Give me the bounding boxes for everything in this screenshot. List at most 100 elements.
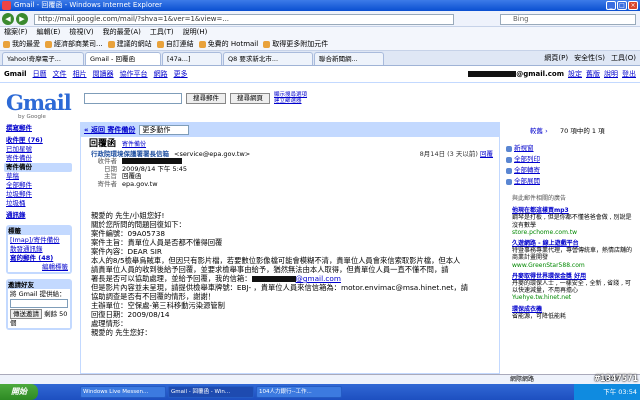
new-window-icon: [506, 145, 512, 152]
expand-icon: [506, 178, 512, 185]
received-time: 8月14日 (3 天以前) 回覆: [419, 150, 493, 158]
body-line: 但是影片內容並未呈現，請提供檢舉車牌號：EBJ- ，貴單位人員來信信箱為：mot…: [91, 283, 469, 292]
forward-all-action[interactable]: 全部轉寄: [506, 165, 572, 176]
sidebar-item-all[interactable]: 全部郵件: [6, 181, 72, 190]
tab-other[interactable]: [47a...]: [162, 52, 222, 65]
minimize-button[interactable]: _: [606, 1, 616, 10]
sidebar-item-sent[interactable]: 寄件備份: [6, 154, 72, 163]
signout-link[interactable]: 登出: [622, 66, 636, 82]
back-to-sent-link[interactable]: « 返回 寄件備份: [84, 125, 135, 135]
forward-icon[interactable]: ▶: [16, 13, 28, 25]
menu-help[interactable]: 說明(H): [183, 27, 208, 38]
tools-menu[interactable]: 工具(O): [611, 52, 636, 65]
clock: 下午 03:54: [603, 388, 637, 396]
mail-search-input[interactable]: [84, 93, 182, 104]
label-item[interactable]: 散發通訊錄: [10, 245, 68, 254]
menu-tools[interactable]: 工具(T): [150, 27, 174, 38]
mailed-by-value: epa.gov.tw: [122, 179, 158, 188]
print-all-action[interactable]: 全部列印: [506, 154, 572, 165]
system-tray: 下午 03:54: [574, 384, 640, 400]
tab-other[interactable]: 聯合新聞網...: [314, 52, 384, 65]
url-input[interactable]: http://mail.google.com/mail/?shva=1&ver=…: [34, 14, 454, 25]
tab-gmail[interactable]: Gmail - 回覆函: [85, 52, 161, 65]
nav-photos[interactable]: 相片: [73, 66, 87, 82]
message-header: 行政院環境保護署署長信箱 <service@epa.gov.tw> 收件者 日期 2…: [81, 150, 499, 209]
favorites-item[interactable]: 經濟部商業司...: [45, 39, 103, 49]
search-mail-button[interactable]: 搜尋郵件: [186, 93, 226, 104]
ie-icon: [2, 1, 11, 10]
close-button[interactable]: ×: [628, 1, 638, 10]
print-icon: [506, 156, 512, 163]
tab-yahoo[interactable]: Yahoo!奇摩電子...: [2, 52, 84, 65]
menu-file[interactable]: 檔案(F): [4, 27, 28, 38]
ad-item[interactable]: 丹麥取得世界環保金獎 好用 丹麥的環保人士 , 一樣安全 , 全新 , 省錢 , …: [512, 273, 636, 302]
older-link[interactable]: 較舊 ›: [530, 125, 548, 135]
page-icon: [198, 40, 206, 48]
invite-email-field[interactable]: [10, 299, 68, 308]
sender-address: <service@epa.gov.tw>: [174, 150, 251, 158]
address-bar-row: ◀ ▶ http://mail.google.com/mail/?shva=1&…: [0, 11, 640, 27]
nav-reader[interactable]: 閱讀器: [93, 66, 114, 82]
old-version-link[interactable]: 舊版: [586, 66, 600, 82]
favorites-item[interactable]: 取得更多附加元件: [263, 39, 328, 49]
ad-item[interactable]: 環保成衣機 省能源，可降低能耗: [512, 306, 636, 320]
menu-favorites[interactable]: 我的最愛(A): [103, 27, 141, 38]
search-options-link[interactable]: 顯示搜尋選項 建立篩選器: [274, 92, 314, 104]
page-icon: [45, 40, 52, 48]
taskbar-item[interactable]: 104人力銀行--工作...: [256, 386, 342, 398]
body-email-link[interactable]: @gmail.com: [296, 274, 341, 283]
favorites-item[interactable]: 我的最愛: [3, 39, 40, 49]
label-item[interactable]: 寫的郵件 (48): [10, 254, 68, 263]
body-line: 案件編號：09A05738: [91, 229, 165, 238]
more-actions-select[interactable]: 更多動作: [139, 125, 190, 135]
subject-label-tag[interactable]: 寄件備份: [122, 141, 146, 148]
nav-gmail[interactable]: Gmail: [4, 66, 27, 82]
expand-all-action[interactable]: 全部展開: [506, 176, 572, 187]
start-button[interactable]: 開始: [0, 384, 38, 400]
maximize-button[interactable]: □: [617, 1, 627, 10]
sidebar-item-drafts[interactable]: 草稿: [6, 172, 72, 181]
sidebar-item-sent-selected[interactable]: 寄件備份: [4, 163, 72, 172]
page-icon: [107, 40, 115, 48]
ads-panel: 與此郵件相關的廣告 他現在都這樣買mp3 鋼琴是打板 , 但是你都不懂爸爸會做 ,…: [512, 195, 636, 324]
body-line: 親愛的 先生您好：: [91, 328, 152, 337]
sidebar-item-trash[interactable]: 垃圾桶: [6, 199, 72, 208]
page-menu[interactable]: 網頁(P): [544, 52, 568, 65]
invite-box: 邀請好友 將 Gmail 提供給： 傳送邀請 剩餘 50 個: [6, 279, 72, 330]
ad-item[interactable]: 久遊網路 - 線上遊戲平台 特暨事務專業代理，專營傳統車，熱情店舖的商業計畫開發 w…: [512, 240, 636, 269]
sidebar-item-inbox[interactable]: 收件匣 (76): [6, 136, 72, 145]
new-window-action[interactable]: 新視窗: [506, 143, 572, 154]
taskbar-item-active[interactable]: Gmail - 回覆函 - Win...: [168, 386, 254, 398]
ad-item[interactable]: 他現在都這樣買mp3 鋼琴是打板 , 但是你都不懂爸爸會做 , 別說是沒有數學 st…: [512, 207, 636, 236]
menu-edit[interactable]: 編輯(E): [37, 27, 61, 38]
favorites-item[interactable]: 建議的網站: [107, 39, 152, 49]
tab-other[interactable]: Q8 要求新北市...: [223, 52, 313, 65]
redacted-recipient: [122, 158, 182, 165]
favorites-label: 經濟部商業司...: [54, 40, 103, 48]
invite-send-button[interactable]: 傳送邀請: [10, 309, 42, 319]
favorites-item[interactable]: 免費的 Hotmail: [198, 39, 258, 49]
nav-docs[interactable]: 文件: [53, 66, 67, 82]
edit-labels-link[interactable]: 編輯標籤: [10, 263, 68, 271]
safety-menu[interactable]: 安全性(S): [574, 52, 605, 65]
settings-link[interactable]: 設定: [568, 66, 582, 82]
label-item[interactable]: [Imap]/寄件備份: [10, 236, 68, 245]
nav-more[interactable]: 更多: [174, 66, 188, 82]
menu-view[interactable]: 檢視(V): [69, 27, 93, 38]
reply-link[interactable]: 回覆: [480, 150, 493, 158]
nav-calendar[interactable]: 日曆: [33, 66, 47, 82]
gmail-logo[interactable]: Gmail by Google: [6, 90, 78, 122]
taskbar-item[interactable]: Windows Live Messen...: [80, 386, 166, 398]
back-icon[interactable]: ◀: [2, 13, 14, 25]
search-web-button[interactable]: 搜尋網頁: [230, 93, 270, 104]
favorites-label: 建議的網站: [116, 40, 152, 48]
sidebar-item-starred[interactable]: 已加星號: [6, 145, 72, 154]
nav-web[interactable]: 網路: [154, 66, 168, 82]
search-input[interactable]: Bing: [500, 14, 636, 25]
sidebar-item-spam[interactable]: 垃圾郵件: [6, 190, 72, 199]
compose-link[interactable]: 撰寫郵件: [6, 122, 72, 132]
favorites-item[interactable]: 自訂連結: [156, 39, 194, 49]
help-link[interactable]: 說明: [604, 66, 618, 82]
nav-sites[interactable]: 協作平台: [120, 66, 148, 82]
sidebar-item-contacts[interactable]: 通訊錄: [6, 211, 72, 220]
